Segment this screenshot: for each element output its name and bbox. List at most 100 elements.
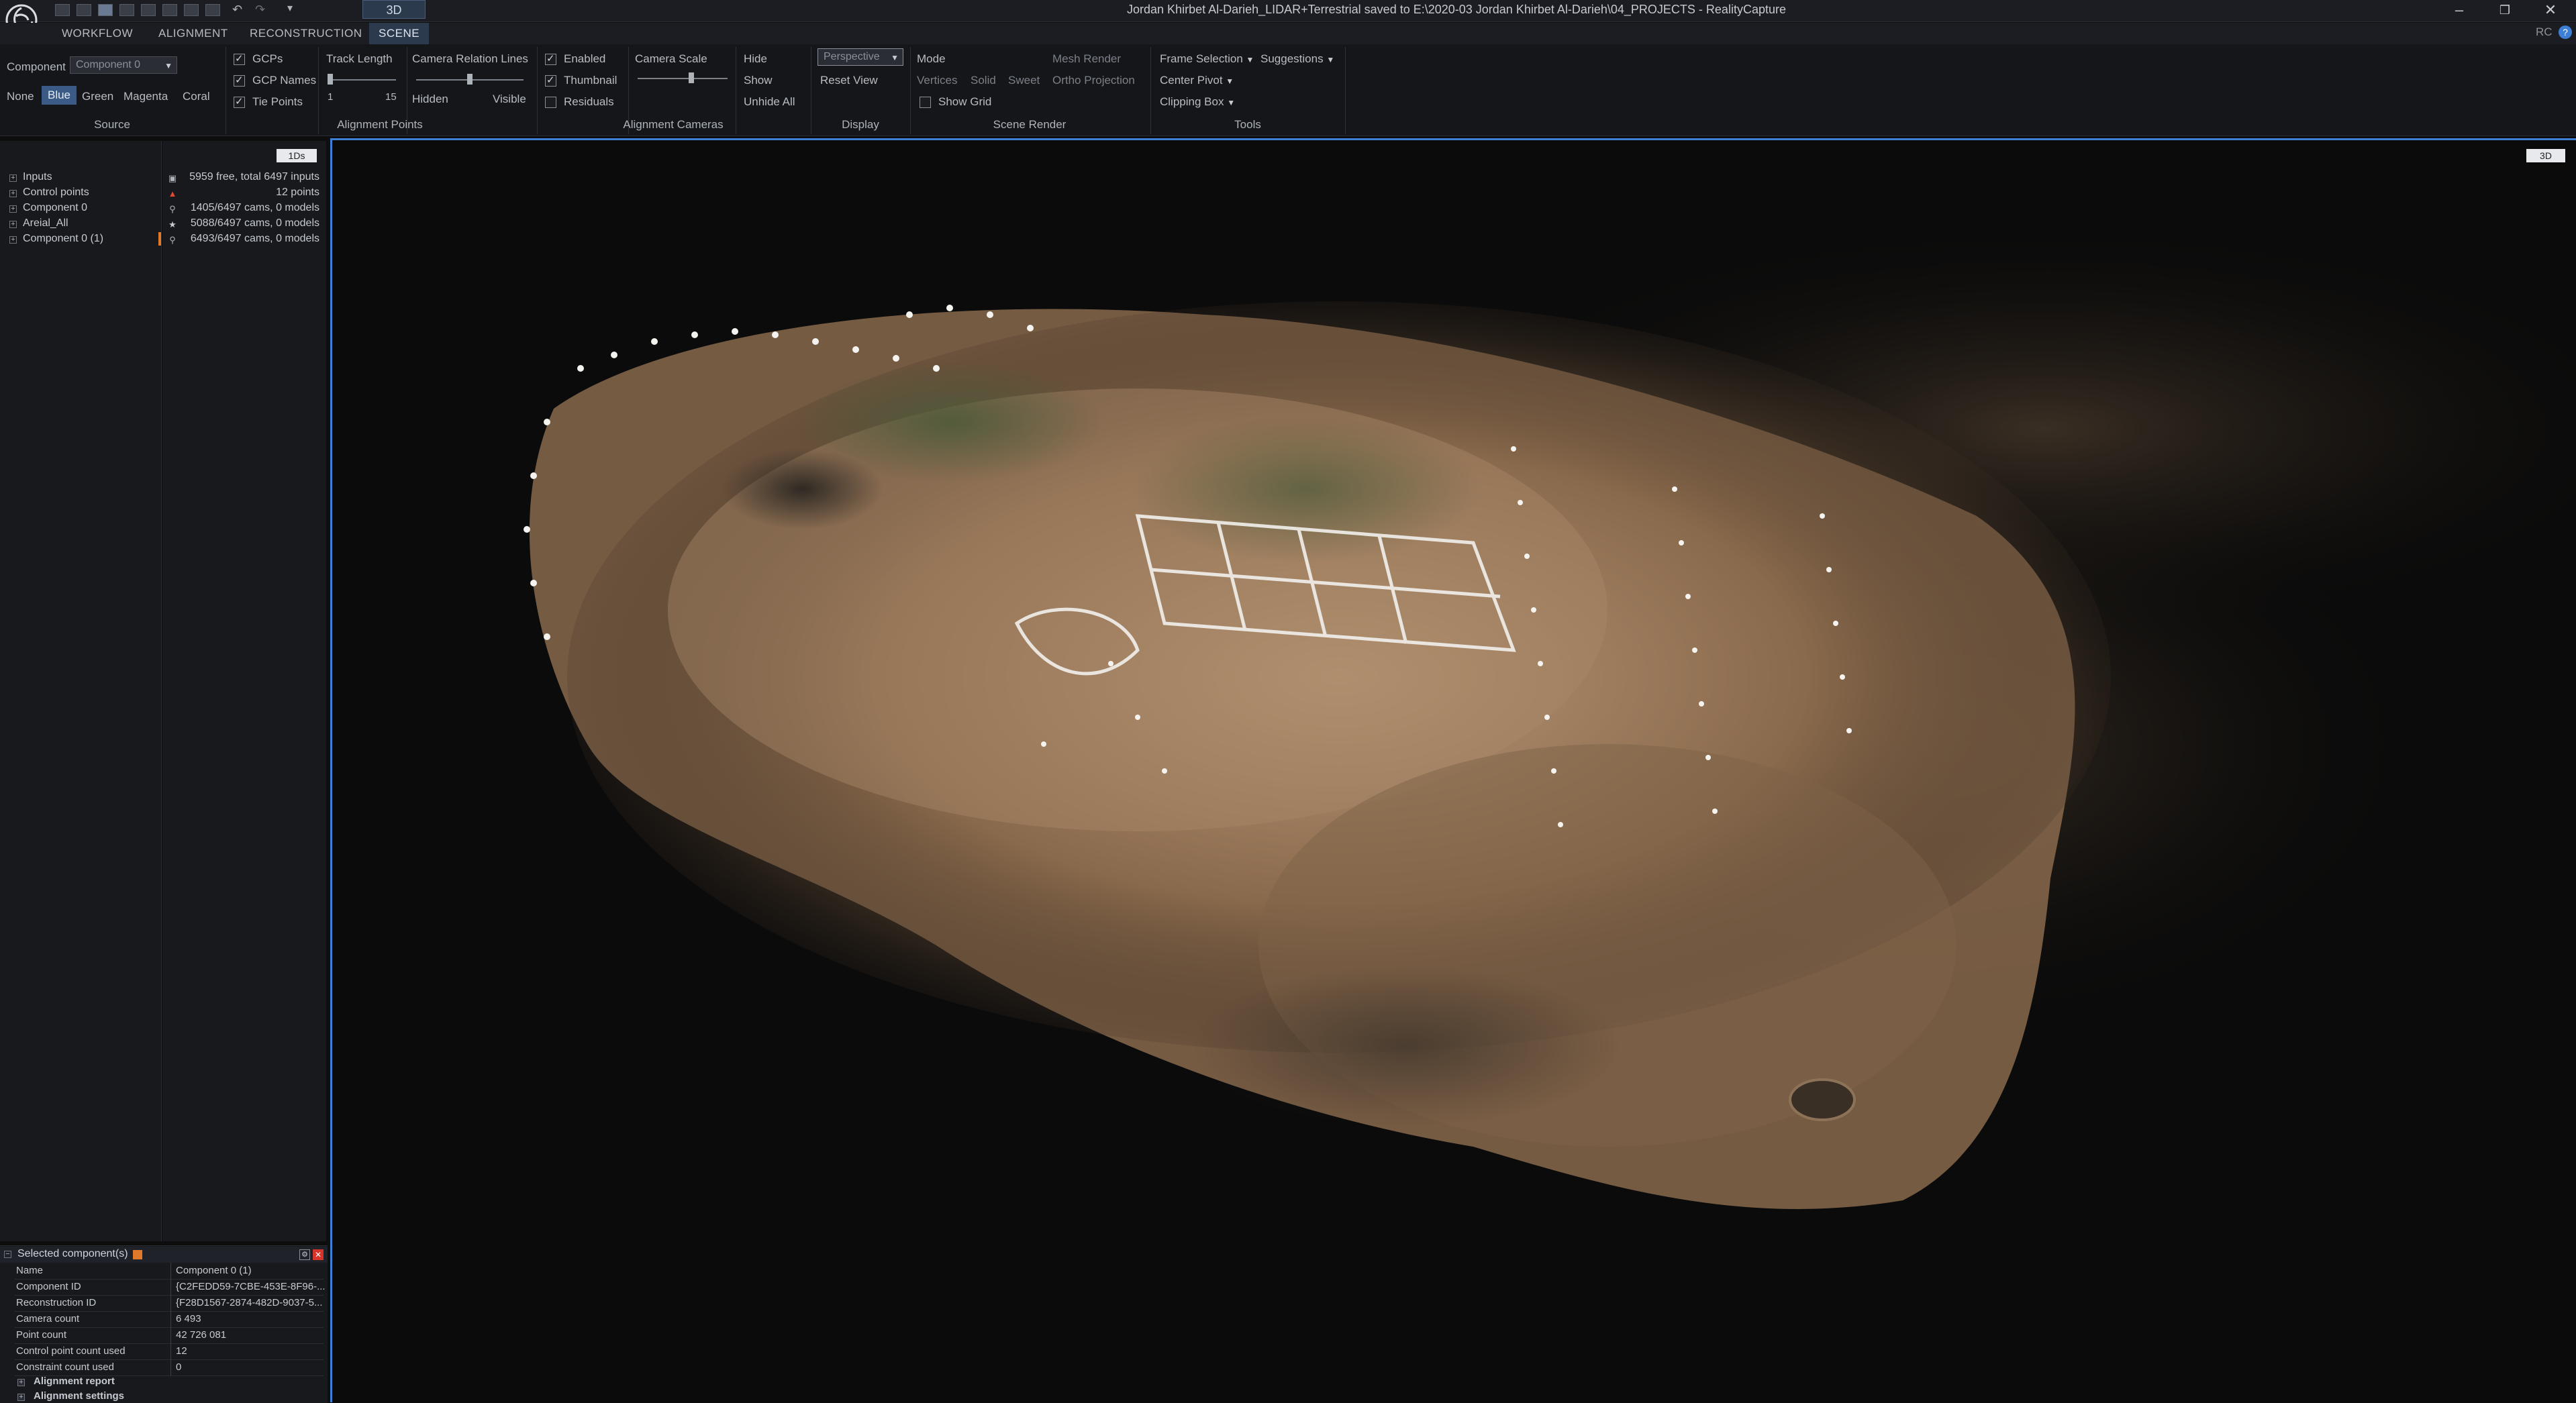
menu-workflow[interactable]: WORKFLOW — [62, 27, 133, 40]
residuals-checkbox[interactable] — [545, 97, 556, 108]
suggestions-dropdown[interactable]: Suggestions ▼ — [1260, 52, 1334, 66]
hide-button[interactable]: Hide — [744, 52, 767, 66]
tie-points-checkbox[interactable] — [234, 95, 245, 108]
title-view-3d-tab[interactable]: 3D — [362, 0, 426, 19]
chevron-down-icon: ▼ — [1226, 76, 1234, 86]
collapse-icon[interactable]: − — [4, 1251, 11, 1258]
undo-icon[interactable]: ↶ — [232, 3, 242, 17]
clipping-box-label: Clipping Box — [1160, 95, 1224, 108]
unhide-all-button[interactable]: Unhide All — [744, 95, 795, 109]
expand-icon[interactable]: + — [9, 221, 17, 228]
group-separator — [1345, 47, 1346, 134]
visible-label: Visible — [493, 93, 526, 105]
tree-item-control-points[interactable]: Control points — [23, 187, 89, 199]
areial-all-info: 5088/6497 cams, 0 models — [190, 217, 319, 229]
menu-scene[interactable]: SCENE — [369, 23, 430, 44]
track-length-slider[interactable] — [329, 79, 396, 81]
camera-scale-slider-handle[interactable] — [689, 72, 694, 83]
show-grid-checkbox[interactable] — [920, 97, 931, 108]
alignment-report-section[interactable]: Alignment report — [34, 1375, 115, 1387]
prop-value[interactable]: Component 0 (1) — [176, 1265, 252, 1276]
prop-row-control-point-count: Control point count used 12 — [15, 1343, 324, 1360]
layout-8-icon[interactable] — [205, 4, 220, 16]
color-magenta-button[interactable]: Magenta — [123, 90, 168, 103]
tree-item-component-0-1[interactable]: Component 0 (1) — [23, 233, 103, 245]
camera-relation-lines-slider-handle[interactable] — [467, 74, 473, 85]
group-label-tools: Tools — [1234, 118, 1261, 131]
minimize-button[interactable]: – — [2439, 0, 2479, 20]
help-icon[interactable]: ? — [2559, 25, 2572, 39]
expand-icon[interactable]: + — [17, 1379, 25, 1386]
suggestions-label: Suggestions — [1260, 52, 1324, 65]
gcps-checkbox[interactable] — [234, 52, 245, 65]
point-cloud-render[interactable] — [332, 140, 2576, 1402]
enabled-checkbox[interactable] — [545, 52, 556, 65]
prop-value: 0 — [176, 1361, 182, 1373]
panel-settings-icon[interactable]: ⚙ — [299, 1249, 310, 1260]
layout-6-icon[interactable] — [162, 4, 177, 16]
clipping-box-dropdown[interactable]: Clipping Box ▼ — [1160, 95, 1235, 109]
hidden-label: Hidden — [412, 93, 448, 105]
quick-access-dropdown-icon[interactable]: ▾ — [287, 1, 293, 15]
group-label-alignment-points: Alignment Points — [337, 118, 423, 131]
tree-item-inputs[interactable]: Inputs — [23, 171, 52, 183]
track-length-slider-handle[interactable] — [328, 74, 333, 85]
1ds-badge[interactable]: 1Ds — [277, 149, 317, 162]
layout-4-icon[interactable] — [119, 4, 134, 16]
expand-icon[interactable]: + — [17, 1394, 25, 1401]
close-button[interactable]: ✕ — [2530, 0, 2571, 20]
thumbnail-checkbox[interactable] — [545, 74, 556, 87]
projection-dropdown[interactable]: Perspective ▼ — [818, 48, 903, 66]
color-none-button[interactable]: None — [7, 90, 34, 103]
expand-icon[interactable]: + — [9, 236, 17, 244]
panel-close-icon[interactable]: ✕ — [313, 1249, 324, 1260]
color-coral-button[interactable]: Coral — [183, 90, 210, 103]
color-blue-button[interactable]: Blue — [42, 86, 77, 105]
prop-value[interactable]: {C2FEDD59-7CBE-453E-8F96-... — [176, 1281, 326, 1292]
expand-icon[interactable]: + — [9, 174, 17, 182]
window-title: Jordan Khirbet Al-Darieh_LIDAR+Terrestri… — [1127, 3, 1786, 16]
gcp-names-checkbox[interactable] — [234, 74, 245, 87]
prop-value: 6 493 — [176, 1313, 201, 1324]
sweet-button[interactable]: Sweet — [1008, 74, 1040, 87]
tree-item-component-0[interactable]: Component 0 — [23, 202, 87, 214]
component-0-1-info: 6493/6497 cams, 0 models — [190, 233, 319, 244]
frame-selection-dropdown[interactable]: Frame Selection ▼ — [1160, 52, 1254, 66]
layout-2-icon[interactable] — [77, 4, 91, 16]
layout-1-icon[interactable] — [55, 4, 70, 16]
layout-3-icon[interactable] — [98, 4, 113, 16]
expand-icon[interactable]: + — [9, 205, 17, 213]
vertices-button[interactable]: Vertices — [917, 74, 957, 87]
menu-reconstruction[interactable]: RECONSTRUCTION — [250, 27, 362, 40]
group-separator — [910, 47, 911, 134]
group-label-display: Display — [842, 118, 879, 131]
ortho-projection-button[interactable]: Ortho Projection — [1052, 74, 1135, 87]
chevron-down-icon: ▼ — [164, 61, 172, 70]
prop-value[interactable]: {F28D1567-2874-482D-9037-5... — [176, 1297, 322, 1308]
prop-key: Camera count — [16, 1313, 80, 1324]
alignment-settings-section[interactable]: Alignment settings — [34, 1390, 124, 1402]
solid-button[interactable]: Solid — [971, 74, 996, 87]
group-label-source: Source — [94, 118, 130, 131]
color-green-button[interactable]: Green — [82, 90, 113, 103]
group-label-alignment-cameras: Alignment Cameras — [623, 118, 724, 131]
redo-icon[interactable]: ↷ — [255, 3, 265, 17]
prop-key: Control point count used — [16, 1345, 126, 1357]
track-length-label: Track Length — [326, 52, 393, 65]
reset-view-button[interactable]: Reset View — [820, 74, 878, 87]
tree-item-areial-all[interactable]: Areial_All — [23, 217, 68, 229]
menu-alignment[interactable]: ALIGNMENT — [158, 27, 228, 40]
expand-icon[interactable]: + — [9, 190, 17, 197]
mode-label: Mode — [917, 52, 946, 65]
camera-scale-slider[interactable] — [638, 78, 728, 79]
warning-icon — [133, 1250, 142, 1259]
show-button[interactable]: Show — [744, 74, 773, 87]
frame-selection-label: Frame Selection — [1160, 52, 1243, 65]
layout-5-icon[interactable] — [141, 4, 156, 16]
viewport-3d-badge[interactable]: 3D — [2526, 149, 2565, 162]
layout-7-icon[interactable] — [184, 4, 199, 16]
component-dropdown[interactable]: Component 0 ▼ — [70, 56, 177, 74]
center-pivot-dropdown[interactable]: Center Pivot ▼ — [1160, 74, 1234, 87]
3d-viewport[interactable] — [330, 138, 2576, 1402]
restore-button[interactable]: ❐ — [2485, 0, 2525, 20]
